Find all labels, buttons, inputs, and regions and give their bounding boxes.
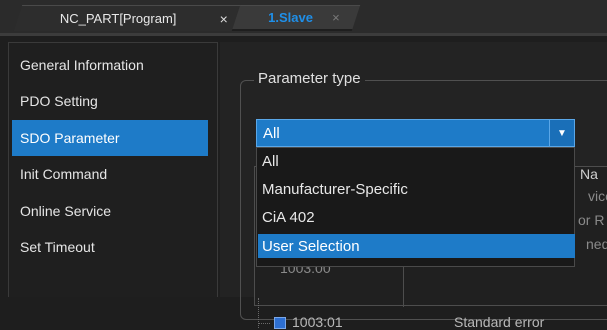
tab-underline bbox=[0, 33, 607, 36]
row-index: 1003:01 bbox=[292, 314, 343, 330]
close-icon[interactable]: × bbox=[333, 10, 341, 25]
option-all[interactable]: All bbox=[258, 149, 575, 173]
row-description: Standard error bbox=[454, 314, 545, 330]
option-user-selection[interactable]: User Selection bbox=[258, 234, 575, 258]
selected-value: All bbox=[263, 125, 280, 142]
row-checkbox[interactable] bbox=[274, 317, 286, 329]
sidebar-item-pdo-setting[interactable]: PDO Setting bbox=[12, 83, 208, 119]
parameter-type-dropdown-list: All Manufacturer-Specific CiA 402 User S… bbox=[256, 147, 575, 267]
document-tab-bar: NC_PART[Program] × 1.Slave × bbox=[0, 0, 607, 33]
sidebar-item-general-information[interactable]: General Information bbox=[12, 47, 208, 83]
sidebar-item-sdo-parameter[interactable]: SDO Parameter bbox=[12, 120, 208, 156]
tab-nc-part-program[interactable]: NC_PART[Program] × bbox=[13, 5, 241, 31]
sidebar-item-init-command[interactable]: Init Command bbox=[12, 156, 208, 192]
sdo-parameter-panel: Parameter type Na vice or R ned 1003:00 … bbox=[220, 42, 607, 330]
close-icon[interactable]: × bbox=[220, 11, 228, 27]
sidebar-item-online-service[interactable]: Online Service bbox=[12, 193, 208, 229]
tab-label: 1.Slave bbox=[268, 10, 313, 25]
tree-connector bbox=[258, 323, 270, 325]
name-column-header[interactable]: Na bbox=[580, 166, 598, 182]
option-cia-402[interactable]: CiA 402 bbox=[258, 205, 575, 229]
tab-slave[interactable]: 1.Slave × bbox=[231, 5, 361, 31]
dropdown-arrow-icon[interactable]: ▼ bbox=[549, 120, 574, 146]
option-manufacturer-specific[interactable]: Manufacturer-Specific bbox=[258, 177, 575, 201]
parameter-type-title: Parameter type bbox=[254, 70, 365, 87]
table-cell: ned bbox=[586, 236, 607, 252]
table-cell: or R bbox=[578, 212, 605, 228]
table-cell: vice bbox=[588, 188, 607, 204]
tab-label: NC_PART[Program] bbox=[59, 11, 177, 26]
parameter-type-select[interactable]: All ▼ bbox=[256, 119, 575, 147]
sidebar-item-set-timeout[interactable]: Set Timeout bbox=[12, 229, 208, 265]
